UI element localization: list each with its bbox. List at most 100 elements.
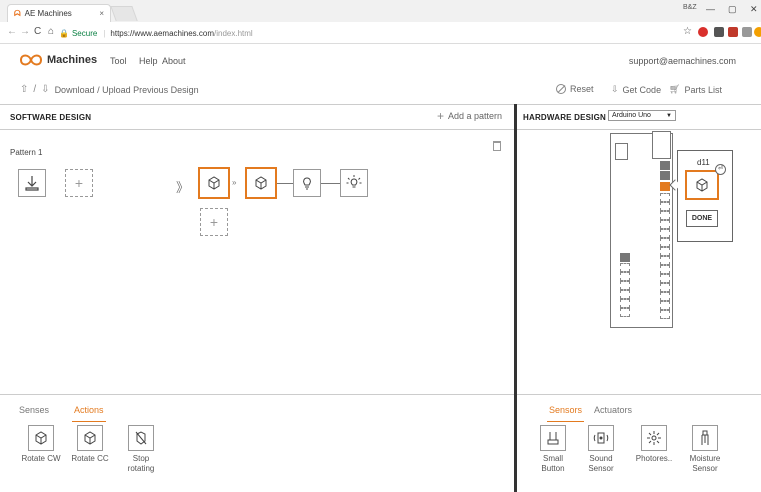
trash-icon[interactable] — [493, 141, 501, 151]
sense-slot[interactable] — [18, 169, 46, 197]
pin[interactable] — [660, 265, 670, 274]
pin[interactable] — [620, 253, 630, 262]
extension-icon[interactable] — [754, 27, 761, 37]
pin[interactable] — [660, 220, 670, 229]
rotate-cc-icon — [255, 176, 267, 190]
pin[interactable] — [660, 238, 670, 247]
add-pattern-button[interactable]: + Add a pattern — [437, 110, 502, 122]
menu-help[interactable]: Help — [139, 56, 158, 66]
tray-item-sound-sensor[interactable]: Sound Sensor — [576, 425, 626, 474]
menu-tool[interactable]: Tool — [110, 56, 127, 66]
forward-icon[interactable]: → — [20, 26, 30, 37]
chevron-right-icon: 》 — [176, 180, 190, 195]
rotate-cw-icon — [208, 176, 220, 190]
tray-item-rotate-cc[interactable]: Rotate CC — [65, 425, 115, 464]
divider — [0, 129, 514, 130]
minimize-icon[interactable]: — — [706, 4, 715, 14]
extension-icon[interactable] — [698, 27, 708, 37]
tray-item-icon-box — [692, 425, 718, 451]
reset-icon — [556, 84, 566, 94]
maximize-icon[interactable]: ▢ — [728, 4, 737, 15]
rotate-cw-icon — [35, 431, 47, 445]
pin[interactable] — [660, 171, 670, 180]
photoresistor-icon — [647, 431, 661, 445]
tab-close-icon[interactable]: × — [99, 9, 104, 18]
popup-info-icon[interactable]: ⏎ — [715, 164, 726, 175]
tray-item-small-button[interactable]: Small Button — [528, 425, 578, 474]
bookmark-star-icon[interactable]: ☆ — [683, 26, 692, 37]
parts-list-button[interactable]: 🛒︎ Parts List — [669, 84, 722, 95]
menu-about[interactable]: About — [162, 56, 186, 66]
extension-icon[interactable] — [742, 27, 752, 37]
add-sense-slot[interactable]: + — [65, 169, 93, 197]
pin[interactable] — [620, 308, 630, 317]
connector-line — [321, 183, 340, 184]
dropdown-arrow-icon: ▼ — [666, 112, 672, 119]
pin[interactable] — [660, 292, 670, 301]
tab-senses[interactable]: Senses — [19, 405, 49, 415]
favicon-icon: ᗣ — [14, 8, 21, 18]
board-select[interactable]: Arduino Uno ▼ — [608, 110, 676, 121]
pin-action-slot[interactable] — [685, 170, 719, 200]
download-upload-link[interactable]: ⇧ / ⇩ Download / Upload Previous Design — [20, 84, 199, 95]
url-host: https://www.aemachines.com — [110, 28, 215, 38]
url-separator: | — [103, 28, 106, 38]
support-email[interactable]: support@aemachines.com — [629, 56, 736, 66]
action-slot-bulb[interactable] — [293, 169, 321, 197]
pin[interactable] — [660, 274, 670, 283]
done-button[interactable]: DONE — [686, 210, 718, 227]
pin[interactable] — [660, 161, 670, 170]
pin[interactable] — [620, 281, 630, 290]
reload-icon[interactable]: C — [34, 26, 41, 37]
add-action-slot[interactable]: + — [200, 208, 228, 236]
tab-actuators[interactable]: Actuators — [594, 405, 632, 415]
action-slot-rotate-cw[interactable] — [198, 167, 230, 199]
action-slot-bulb-on[interactable] — [340, 169, 368, 197]
extension-icon[interactable] — [728, 27, 738, 37]
add-pattern-label: Add a pattern — [447, 111, 502, 121]
pin[interactable] — [660, 310, 670, 319]
rotate-cc-icon — [84, 431, 96, 445]
pin[interactable] — [660, 301, 670, 310]
rotate-cc-icon — [696, 178, 708, 192]
pin[interactable] — [660, 283, 670, 292]
get-code-button[interactable]: ⇩ Get Code — [611, 84, 661, 95]
tab-sensors[interactable]: Sensors — [546, 405, 585, 422]
close-window-icon[interactable]: ✕ — [750, 4, 758, 15]
tray-item-icon-box — [77, 425, 103, 451]
pin[interactable] — [620, 299, 630, 308]
moisture-sensor-icon — [701, 430, 709, 445]
tray-item-icon-box — [28, 425, 54, 451]
tray-item-moisture-sensor[interactable]: Moisture Sensor — [680, 425, 730, 474]
tray-item-photoresistor[interactable]: Photores.. — [629, 425, 679, 464]
pin[interactable] — [660, 211, 670, 220]
pin[interactable] — [620, 263, 630, 272]
pin[interactable] — [620, 272, 630, 281]
tray-item-icon-box — [540, 425, 566, 451]
download-icon: ⇩ — [611, 84, 619, 94]
tray-item-rotate-cw[interactable]: Rotate CW — [16, 425, 66, 464]
profile-label[interactable]: B&Z — [683, 4, 697, 11]
action-slot-rotate-cc[interactable] — [245, 167, 277, 199]
tab-actions[interactable]: Actions — [72, 405, 106, 422]
pin[interactable] — [620, 290, 630, 299]
url-input[interactable]: 🔒 Secure | https://www.aemachines.com /i… — [59, 25, 674, 41]
reset-button[interactable]: Reset — [556, 84, 594, 94]
pin[interactable] — [660, 202, 670, 211]
browser-tab[interactable]: ᗣ AE Machines × — [7, 4, 111, 22]
tray-item-stop-rotating[interactable]: Stop rotating — [116, 425, 166, 474]
pin[interactable] — [660, 247, 670, 256]
download-sense-icon — [25, 176, 39, 191]
pin[interactable] — [660, 256, 670, 265]
parts-list-label: Parts List — [684, 84, 722, 95]
back-icon[interactable]: ← — [7, 26, 17, 37]
pin[interactable] — [660, 229, 670, 238]
secure-label: Secure — [71, 28, 98, 38]
pin[interactable] — [660, 193, 670, 202]
bulb-icon — [303, 177, 311, 190]
new-tab-button[interactable] — [110, 6, 138, 21]
pin-d11[interactable] — [660, 182, 670, 191]
extension-icon[interactable] — [714, 27, 724, 37]
cart-icon: 🛒︎ — [669, 84, 681, 94]
home-icon[interactable]: ⌂ — [48, 26, 54, 37]
